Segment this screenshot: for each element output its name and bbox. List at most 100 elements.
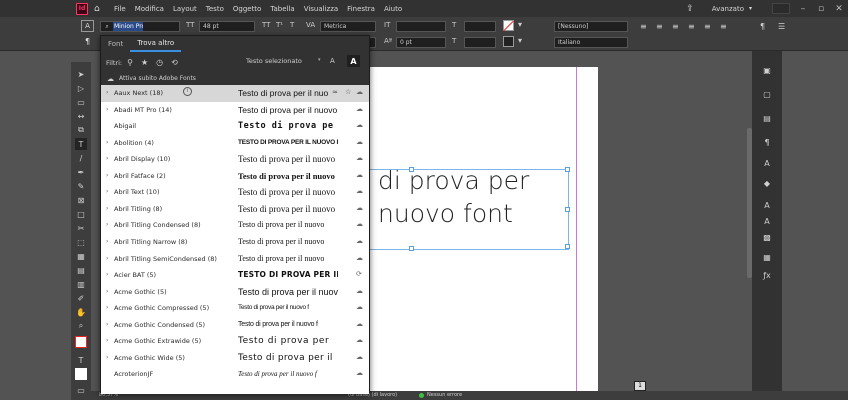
paragraph-controls-icon[interactable]: ¶: [81, 35, 94, 47]
kerning-field[interactable]: Metrica: [320, 21, 376, 32]
underline-icon[interactable]: T: [290, 21, 294, 29]
font-list-item[interactable]: › Abril Titling Narrow (8) Testo di prov…: [101, 234, 369, 251]
note-tool-icon[interactable]: ▥: [75, 278, 87, 290]
font-family-input[interactable]: [113, 22, 143, 31]
frame-handle[interactable]: [565, 167, 570, 172]
info-icon[interactable]: i: [183, 87, 192, 96]
small-sample-size-button[interactable]: A: [330, 57, 335, 65]
menu-layout[interactable]: Layout: [173, 5, 197, 13]
gap-tool-icon[interactable]: ↔: [75, 110, 87, 122]
workspace-switcher[interactable]: Avanzato: [712, 5, 744, 13]
cloud-icon[interactable]: ☁: [356, 336, 363, 344]
properties-panel-icon[interactable]: ▤: [761, 112, 773, 124]
cloud-icon[interactable]: ☁: [356, 121, 363, 129]
line-tool-icon[interactable]: /: [75, 152, 87, 164]
cloud-icon[interactable]: ☁: [356, 154, 363, 162]
preflight-status[interactable]: Nessun errore: [427, 392, 462, 398]
paragraph-menu-icon[interactable]: ¶: [760, 22, 765, 31]
align-center-icon[interactable]: ≡: [656, 22, 663, 31]
swatches-panel-icon[interactable]: ◆: [761, 177, 773, 189]
tab-find-more[interactable]: Trova altro: [130, 36, 182, 52]
cloud-icon[interactable]: ☁: [356, 171, 363, 179]
selection-tool-icon[interactable]: ➤: [75, 68, 87, 80]
panel-menu-icon[interactable]: ☰: [778, 22, 785, 31]
align-panel-icon[interactable]: ▦: [761, 251, 773, 263]
scissors-tool-icon[interactable]: ✂: [75, 222, 87, 234]
home-icon[interactable]: ⌂: [94, 4, 108, 14]
layers-panel-icon[interactable]: ▢: [761, 88, 773, 100]
eyedropper-tool-icon[interactable]: ✐: [75, 292, 87, 304]
minimize-icon[interactable]: –: [794, 4, 812, 14]
cloud-icon[interactable]: ☁: [356, 320, 363, 328]
chevron-down-icon[interactable]: ▾: [518, 36, 522, 45]
apply-none-icon[interactable]: [75, 368, 87, 380]
chevron-right-icon[interactable]: ›: [106, 304, 108, 311]
frame-handle[interactable]: [409, 246, 414, 251]
font-family-field[interactable]: ⌕: [100, 21, 180, 32]
classification-icon[interactable]: ⚲: [127, 58, 133, 67]
stroke-swatch[interactable]: [503, 36, 514, 47]
font-list-item[interactable]: › Acme Gothic Wide (5) Testo di prova pe…: [101, 350, 369, 367]
font-list-item[interactable]: Abigail Testo di prova pe ☁: [101, 118, 369, 135]
character-style-field[interactable]: [Nessuno]: [554, 21, 628, 32]
zoom-tool-icon[interactable]: ⌕: [75, 320, 87, 332]
horizontal-scale-field[interactable]: [464, 21, 496, 32]
paragraph-panel-icon[interactable]: ¶: [761, 136, 773, 148]
star-icon[interactable]: ☆: [345, 88, 351, 96]
font-list-item[interactable]: › Acme Gothic Compressed (5) Testo di pr…: [101, 300, 369, 317]
screen-mode-icon[interactable]: ▭: [75, 384, 87, 396]
glyphs-panel-icon[interactable]: A: [761, 199, 773, 211]
superscript-icon[interactable]: T¹: [276, 21, 283, 29]
content-collector-icon[interactable]: ⧉: [75, 124, 87, 136]
font-list-item[interactable]: › Aaux Next (18) i Testo di prova per il…: [101, 85, 369, 102]
favorites-icon[interactable]: ★: [141, 58, 148, 67]
font-list-item[interactable]: › Abril Display (10) Testo di prova per …: [101, 151, 369, 168]
font-list-item[interactable]: › Acme Gothic Condensed (5) Testo di pro…: [101, 317, 369, 334]
menu-visualizza[interactable]: Visualizza: [304, 5, 338, 13]
chevron-right-icon[interactable]: ›: [106, 238, 108, 245]
close-icon[interactable]: ✕: [830, 4, 848, 14]
font-list-item[interactable]: › Abril Titling (8) Testo di prova per i…: [101, 201, 369, 218]
cloud-sync-icon[interactable]: ⟳: [356, 270, 362, 278]
vertical-scale-field[interactable]: [396, 21, 446, 32]
chevron-right-icon[interactable]: ›: [106, 155, 108, 162]
frame-handle[interactable]: [565, 244, 570, 249]
rectangle-tool-icon[interactable]: □: [75, 208, 87, 220]
chevron-right-icon[interactable]: ›: [106, 221, 108, 228]
rectangle-frame-tool-icon[interactable]: ⊠: [75, 194, 87, 206]
cloud-icon[interactable]: ☁: [356, 303, 363, 311]
cloud-icon[interactable]: ☁: [356, 287, 363, 295]
chevron-right-icon[interactable]: ›: [106, 106, 108, 113]
cloud-icon[interactable]: ☁: [356, 204, 363, 212]
similar-icon[interactable]: ⟲: [171, 58, 178, 67]
menu-tabella[interactable]: Tabella: [270, 5, 294, 13]
cloud-icon[interactable]: ☁: [356, 254, 363, 262]
font-list-item[interactable]: › Abril Fatface (2) Testo di prova per i…: [101, 168, 369, 185]
font-size-field[interactable]: 48 pt: [199, 21, 255, 32]
formatting-affects-text-icon[interactable]: T: [75, 354, 87, 366]
font-list-item[interactable]: › Abadi MT Pro (14) Testo di prova per i…: [101, 102, 369, 119]
stroke-panel-icon[interactable]: ▩: [761, 231, 773, 243]
free-transform-tool-icon[interactable]: ⬚: [75, 236, 87, 248]
cloud-icon[interactable]: ☁: [356, 105, 363, 113]
document-text[interactable]: di prova per nuovo font: [378, 164, 529, 230]
chevron-right-icon[interactable]: ›: [106, 255, 108, 262]
chevron-right-icon[interactable]: ›: [106, 139, 108, 146]
text-line[interactable]: nuovo font: [378, 197, 529, 230]
menu-file[interactable]: File: [114, 5, 126, 13]
text-line[interactable]: di prova per: [378, 164, 529, 197]
character-controls-icon[interactable]: A: [81, 20, 94, 32]
pen-tool-icon[interactable]: ✒: [75, 166, 87, 178]
language-field[interactable]: Italiano: [554, 37, 628, 48]
menu-modifica[interactable]: Modifica: [135, 5, 164, 13]
skew-field[interactable]: [464, 37, 496, 48]
type-tool-icon[interactable]: T: [75, 138, 87, 150]
menu-oggetto[interactable]: Oggetto: [233, 5, 261, 13]
tab-font[interactable]: Font: [101, 36, 130, 52]
font-list-item[interactable]: › Acme Gothic Extrawide (5) Testo di pro…: [101, 333, 369, 350]
cloud-icon[interactable]: ☁: [356, 220, 363, 228]
align-left-icon[interactable]: ≡: [640, 22, 647, 31]
gradient-tool-icon[interactable]: ▦: [75, 250, 87, 262]
cloud-icon[interactable]: ☁: [356, 138, 363, 146]
chevron-right-icon[interactable]: ›: [106, 205, 108, 212]
